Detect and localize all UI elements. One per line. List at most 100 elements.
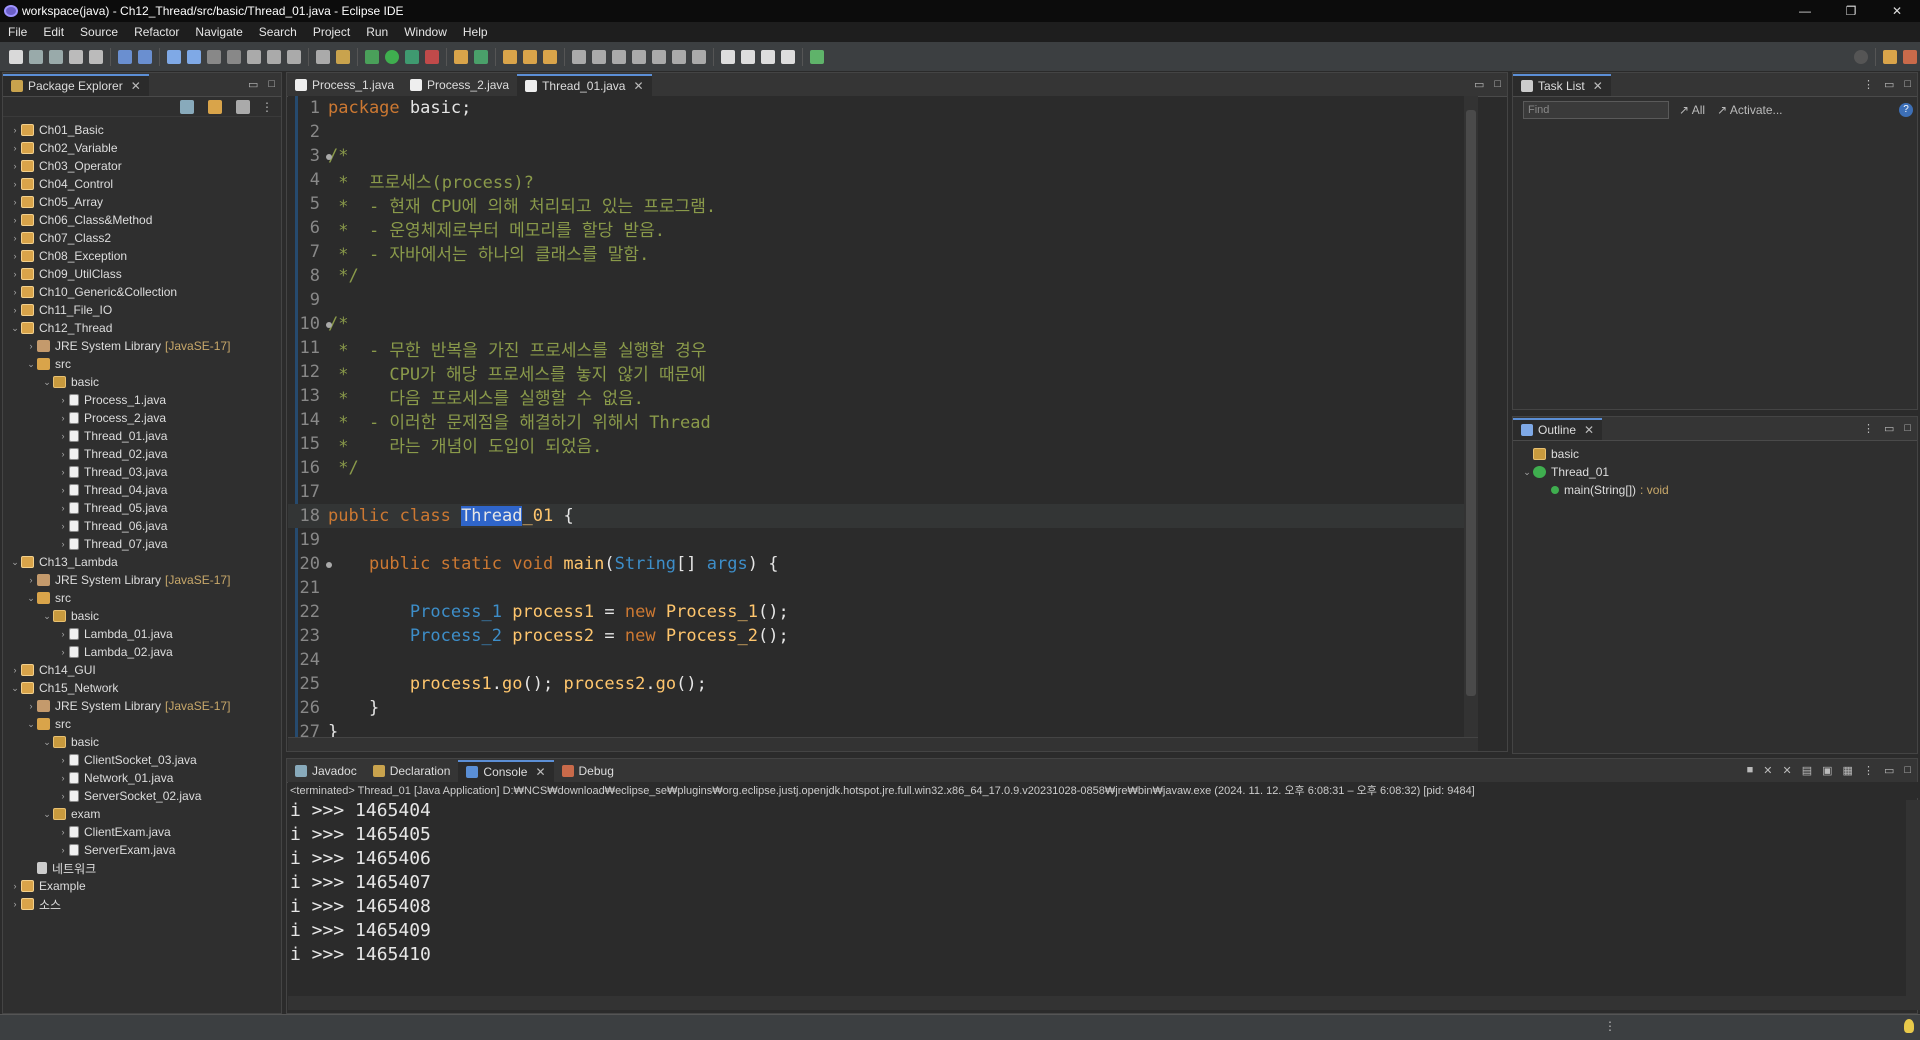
tree-item[interactable]: › JRE System Library [JavaSE-17] [3, 571, 281, 589]
close-button[interactable]: ✕ [1874, 0, 1920, 22]
new-icon[interactable] [9, 49, 23, 64]
minimize-view-icon[interactable]: ▭ [1884, 78, 1894, 91]
maximize-view-icon[interactable]: □ [1904, 764, 1911, 777]
editor-tab[interactable]: Process_2.java [402, 74, 517, 96]
remove-launch-icon[interactable]: ✕ [1763, 764, 1772, 777]
tree-item[interactable]: › Thread_06.java [3, 517, 281, 535]
maximize-view-icon[interactable]: □ [268, 78, 275, 91]
save-icon[interactable] [29, 49, 43, 64]
expand-arrow-icon[interactable]: › [57, 395, 69, 405]
bottom-tab[interactable]: Declaration [365, 760, 459, 782]
expand-arrow-icon[interactable]: › [9, 287, 21, 297]
tree-item[interactable]: › Network_01.java [3, 769, 281, 787]
all-link[interactable]: ↗ All [1679, 103, 1705, 117]
tree-item[interactable]: › Thread_03.java [3, 463, 281, 481]
expand-arrow-icon[interactable]: › [57, 413, 69, 423]
close-icon[interactable]: ✕ [535, 765, 545, 779]
menu-navigate[interactable]: Navigate [187, 25, 250, 39]
tree-item[interactable]: › Thread_01.java [3, 427, 281, 445]
disconnect-icon[interactable] [227, 49, 241, 64]
expand-arrow-icon[interactable]: › [9, 899, 21, 909]
tree-item[interactable]: › Ch03_Operator [3, 157, 281, 175]
console-output[interactable]: i >>> 1465404 i >>> 1465405 i >>> 1465406 i… [288, 800, 1906, 996]
activate-link[interactable]: ↗ Activate... [1717, 103, 1782, 117]
expand-arrow-icon[interactable]: ⌄ [1521, 467, 1533, 478]
fold-icon[interactable] [326, 322, 332, 328]
editor-tab[interactable]: Thread_01.java ✕ [517, 74, 652, 96]
expand-arrow-icon[interactable]: › [57, 629, 69, 639]
tab-outline[interactable]: Outline ✕ [1513, 418, 1603, 440]
tree-item[interactable]: › Thread_05.java [3, 499, 281, 517]
expand-arrow-icon[interactable]: › [57, 845, 69, 855]
new-java-project-icon[interactable] [454, 49, 468, 64]
expand-arrow-icon[interactable]: › [9, 179, 21, 189]
open-type-icon[interactable] [503, 49, 517, 64]
tree-item[interactable]: › Ch08_Exception [3, 247, 281, 265]
tree-item[interactable]: ⌄ src [3, 355, 281, 373]
tree-item[interactable]: ⌄ src [3, 589, 281, 607]
tree-item[interactable]: › ClientExam.java [3, 823, 281, 841]
expand-arrow-icon[interactable]: › [9, 251, 21, 261]
minimize-view-icon[interactable]: ▭ [1884, 764, 1894, 777]
bottom-tab[interactable]: Debug [554, 760, 622, 782]
tree-item[interactable]: › Thread_02.java [3, 445, 281, 463]
expand-arrow-icon[interactable]: ⌄ [41, 611, 53, 622]
tree-item[interactable]: ⌄ exam [3, 805, 281, 823]
external-tools-icon[interactable] [425, 49, 439, 64]
open-perspective-icon[interactable] [1883, 49, 1897, 64]
close-icon[interactable]: ✕ [1584, 423, 1594, 437]
skip-breakpoints-icon[interactable] [138, 49, 152, 64]
expand-arrow-icon[interactable]: › [57, 503, 69, 513]
menu-search[interactable]: Search [251, 25, 305, 39]
tree-item[interactable]: ⌄ basic [3, 607, 281, 625]
expand-arrow-icon[interactable]: › [9, 881, 21, 891]
tab-package-explorer[interactable]: Package Explorer ✕ [3, 74, 149, 96]
coverage-icon[interactable] [405, 49, 419, 64]
open-task-icon[interactable] [523, 49, 537, 64]
expand-arrow-icon[interactable]: › [57, 467, 69, 477]
toggle-ant-icon[interactable] [336, 49, 350, 64]
expand-arrow-icon[interactable]: › [25, 701, 37, 711]
filter-icon[interactable] [236, 99, 250, 114]
expand-arrow-icon[interactable]: › [57, 449, 69, 459]
view-menu-icon[interactable]: ⋮ [1863, 764, 1874, 777]
tree-item[interactable]: ⌄ Ch15_Network [3, 679, 281, 697]
next-annotation-icon[interactable] [672, 49, 686, 64]
fold-icon[interactable] [326, 562, 332, 568]
editor-horizontal-scrollbar[interactable] [288, 737, 1478, 751]
expand-arrow-icon[interactable]: › [9, 269, 21, 279]
pin-editor-icon[interactable] [810, 49, 824, 64]
maximize-view-icon[interactable]: □ [1904, 78, 1911, 91]
tree-item[interactable]: ⌄ src [3, 715, 281, 733]
forward-icon[interactable] [761, 49, 775, 64]
terminate-icon[interactable] [207, 49, 221, 64]
step-into-icon[interactable] [247, 49, 261, 64]
maximize-view-icon[interactable]: □ [1904, 422, 1911, 435]
console-vertical-scrollbar[interactable] [1906, 800, 1920, 996]
tree-item[interactable]: › Process_1.java [3, 391, 281, 409]
menu-source[interactable]: Source [72, 25, 126, 39]
tab-task-list[interactable]: Task List ✕ [1513, 74, 1611, 96]
tree-item[interactable]: › 소스 [3, 895, 281, 913]
tree-item[interactable]: ⌄ Ch12_Thread [3, 319, 281, 337]
expand-arrow-icon[interactable]: › [57, 521, 69, 531]
menu-run[interactable]: Run [358, 25, 396, 39]
code-editor[interactable]: 1 package basic; 2 3/* 4 * 프로세스(process)? 5 *… [288, 96, 1478, 739]
expand-arrow-icon[interactable]: › [25, 341, 37, 351]
fold-icon[interactable] [326, 154, 332, 160]
expand-arrow-icon[interactable]: ⌄ [41, 737, 53, 748]
bottom-tab[interactable]: Console ✕ [458, 760, 554, 782]
tree-item[interactable]: › Ch09_UtilClass [3, 265, 281, 283]
close-icon[interactable]: ✕ [131, 79, 141, 93]
show-whitespace-icon[interactable] [632, 49, 646, 64]
menu-project[interactable]: Project [305, 25, 358, 39]
scroll-lock-icon[interactable]: ▤ [1802, 764, 1812, 777]
save-all-icon[interactable] [49, 49, 63, 64]
tree-item[interactable]: › ServerSocket_02.java [3, 787, 281, 805]
expand-arrow-icon[interactable]: ⌄ [41, 377, 53, 388]
open-console-icon[interactable]: ▦ [1843, 764, 1853, 777]
resume-icon[interactable] [167, 49, 181, 64]
expand-arrow-icon[interactable]: ⌄ [9, 323, 21, 334]
remove-all-icon[interactable]: ✕ [1783, 764, 1792, 777]
expand-arrow-icon[interactable]: › [57, 755, 69, 765]
